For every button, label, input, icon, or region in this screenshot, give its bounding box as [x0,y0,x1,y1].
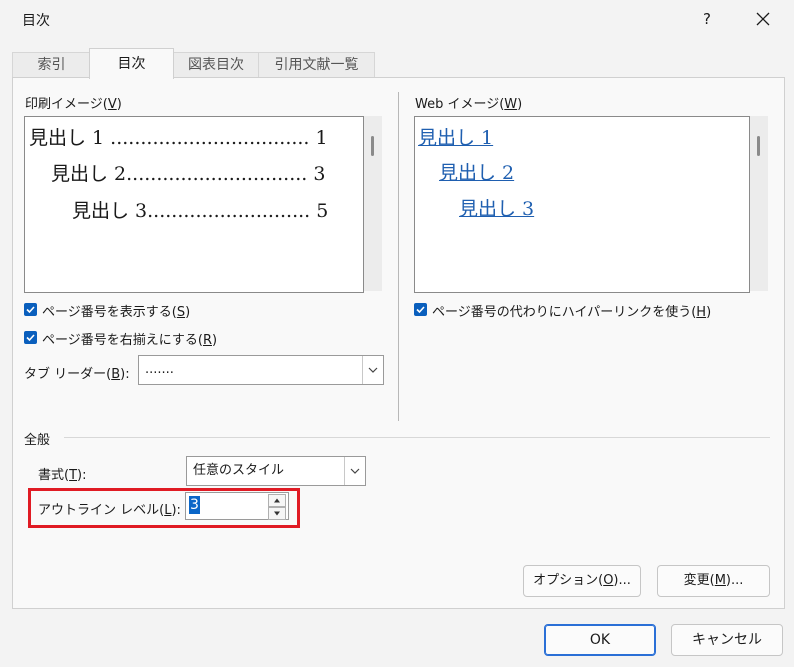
options-button[interactable]: オプション(O)... [523,565,641,597]
print-entry-level-2: 見出し 2.............................. 3 [51,163,326,185]
general-heading: 全般 [24,433,51,448]
dropdown-arrow[interactable] [362,356,383,384]
outline-level-spinner[interactable]: 3 [185,492,289,520]
print-preview-label: 印刷イメージ(V) [25,97,122,112]
show-page-numbers-label[interactable]: ページ番号を表示する(S) [42,301,190,320]
web-entry-level-3[interactable]: 見出し 3 [459,194,534,221]
triangle-up-icon [274,498,280,503]
format-value: 任意のスタイル [193,463,285,478]
tab-table-of-figures[interactable]: 図表目次 [172,52,260,78]
web-preview-label: Web イメージ(W) [415,97,523,112]
scroll-thumb[interactable] [757,136,760,156]
section-divider [398,92,399,421]
check-icon [416,306,425,314]
triangle-down-icon [274,511,280,516]
dropdown-arrow[interactable] [344,457,365,485]
print-preview-box: 見出し 1 ................................. … [24,116,364,293]
spin-up-button[interactable] [268,494,286,507]
web-entry-level-2[interactable]: 見出し 2 [439,158,514,185]
web-preview-scrollbar[interactable] [750,116,768,291]
tab-table-of-authorities[interactable]: 引用文献一覧 [258,52,375,78]
tab-index[interactable]: 索引 [12,52,91,78]
right-align-checkbox[interactable] [24,331,37,344]
spin-down-button[interactable] [268,507,286,520]
web-entry-level-1[interactable]: 見出し 1 [418,123,493,150]
show-page-numbers-checkbox[interactable] [24,303,37,316]
web-preview-box: 見出し 1 見出し 2 見出し 3 [414,116,750,293]
help-button[interactable]: ? [692,6,722,32]
close-button[interactable] [748,6,778,32]
outline-level-value[interactable]: 3 [189,496,200,514]
format-select[interactable]: 任意のスタイル [186,456,366,486]
chevron-down-icon [368,367,378,373]
modify-button[interactable]: 変更(M)... [657,565,770,597]
print-entry-level-1: 見出し 1 ................................. … [29,127,328,149]
general-divider [64,437,770,438]
cancel-button[interactable]: キャンセル [671,624,783,656]
tab-leader-label: タブ リーダー(B): [24,367,130,382]
use-hyperlinks-checkbox[interactable] [414,303,427,316]
ok-button[interactable]: OK [544,624,656,656]
tab-toc[interactable]: 目次 [89,48,174,79]
close-icon [756,12,770,26]
check-icon [26,306,35,314]
print-entry-level-3: 見出し 3........................... 5 [72,200,329,222]
print-preview-scrollbar[interactable] [364,116,382,291]
scroll-thumb[interactable] [371,136,374,156]
check-icon [26,334,35,342]
dialog-title: 目次 [22,13,50,29]
outline-level-label: アウトライン レベル(L): [38,503,181,518]
use-hyperlinks-label[interactable]: ページ番号の代わりにハイパーリンクを使う(H) [432,301,711,320]
chevron-down-icon [350,468,360,474]
right-align-label[interactable]: ページ番号を右揃えにする(R) [42,329,217,348]
tab-leader-select[interactable]: ....... [138,355,384,385]
tab-leader-value: ....... [145,362,174,377]
format-label: 書式(T): [38,468,87,483]
